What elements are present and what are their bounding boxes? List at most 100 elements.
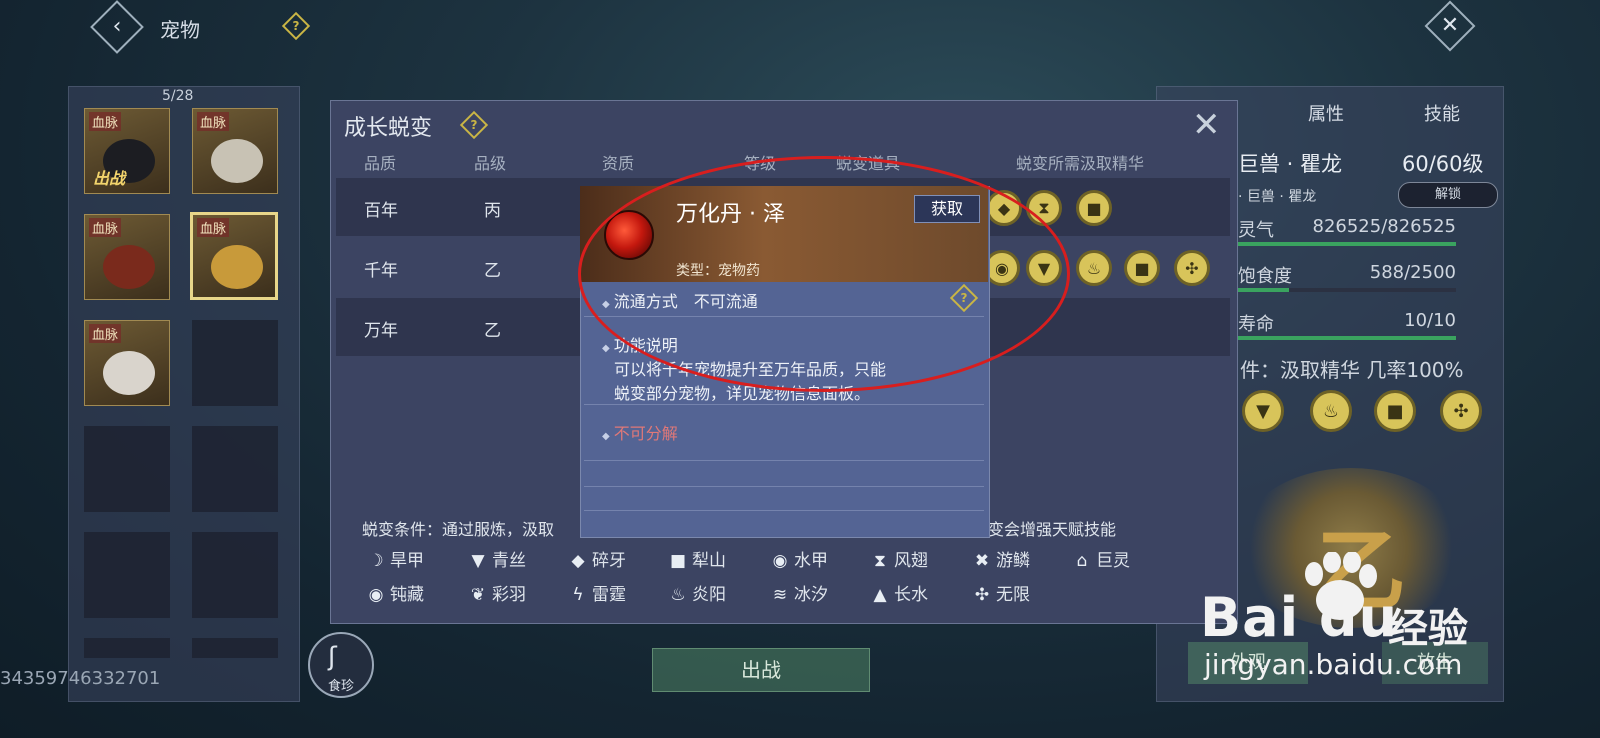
pet-portrait: [211, 245, 263, 289]
crescent-icon: ☽: [368, 551, 384, 571]
stat-bar: [1238, 288, 1456, 292]
pet-id: 34359746332701: [0, 668, 161, 689]
column-header: 蜕变所需汲取精华: [1016, 154, 1145, 173]
pet-name: 巨兽 · 瞿龙: [1238, 152, 1343, 176]
page-title: 宠物: [160, 18, 200, 42]
divider: [584, 460, 984, 461]
legend-item: ❦ 彩羽: [468, 580, 526, 605]
stat-value: 826525/826525: [1312, 216, 1457, 237]
divider: [584, 486, 984, 487]
annotation-ellipse: [578, 156, 1070, 392]
food-icon: ʃ: [328, 642, 337, 672]
close-icon[interactable]: ✕: [1192, 108, 1221, 142]
column-header: 品级: [474, 154, 507, 173]
legend-item: ✖ 游鳞: [972, 546, 1030, 571]
pet-level: 60/60级: [1402, 152, 1484, 176]
back-button[interactable]: ‹: [90, 0, 144, 54]
empty-pet-slot[interactable]: [192, 426, 278, 512]
legend-item: ▼ 青丝: [468, 546, 526, 571]
unlock-toggle[interactable]: 解锁: [1398, 182, 1498, 208]
legend-item: ◉ 水甲: [770, 546, 828, 571]
square-gem-icon: ■: [1374, 390, 1416, 432]
close-button[interactable]: ✕: [1424, 0, 1476, 52]
mountain-icon: ▲: [873, 585, 887, 605]
legend-item: ◆ 碎牙: [568, 546, 626, 571]
pet-subtitle: · 巨兽 · 瞿龙: [1238, 189, 1317, 205]
empty-pet-slot[interactable]: [84, 426, 170, 512]
empty-pet-slot[interactable]: [192, 320, 278, 406]
in-battle-tag: 出战: [93, 169, 126, 188]
pet-slot[interactable]: 血脉: [192, 108, 278, 194]
dialog-title: 成长蜕变: [344, 116, 433, 141]
triangle-gem-icon: ▼: [1242, 390, 1284, 432]
legend-item: ✣ 无限: [972, 580, 1030, 605]
legend-item: ■ 犁山: [669, 551, 726, 571]
pet-slot[interactable]: 血脉: [84, 320, 170, 406]
trefoil-icon: ✣: [974, 585, 990, 605]
evolve-condition-text: 蜕变条件：通过服炼，汲取: [362, 520, 555, 539]
evolve-condition-text-tail: 变会增强天赋技能: [988, 520, 1117, 539]
stat-bar: [1238, 242, 1456, 246]
diamond-icon: ◆: [571, 551, 585, 571]
pet-portrait: [211, 139, 263, 183]
empty-pet-slot[interactable]: [192, 638, 278, 658]
stat-bar: [1238, 336, 1456, 340]
flame-icon: ♨: [670, 585, 686, 605]
stat-value: 588/2500: [1369, 262, 1456, 283]
bloodline-tag: 血脉: [89, 218, 122, 237]
column-header: 资质: [602, 154, 635, 173]
pet-count: 5/28: [162, 88, 194, 104]
legend-item: ϟ 雷霆: [568, 580, 626, 605]
bloodline-tag: 血脉: [197, 218, 230, 237]
square-gem-icon: ■: [1124, 250, 1160, 286]
stat-value: 10/10: [1404, 310, 1456, 331]
square-gem-icon: ■: [1076, 190, 1112, 226]
tab-skills[interactable]: 技能: [1424, 100, 1460, 126]
legend-item: ♨ 炎阳: [668, 580, 726, 605]
food-label: 食珍: [327, 679, 354, 694]
trefoil-gem-icon: ✣: [1440, 390, 1482, 432]
bloodline-tag: 血脉: [197, 112, 230, 131]
watermark-jingyan: 经验: [1388, 606, 1468, 652]
bloodline-tag: 血脉: [89, 324, 122, 343]
legend-item: ≋ 冰汐: [770, 580, 828, 605]
watermark-url: jingyan.baidu.com: [1204, 648, 1463, 681]
empty-pet-slot[interactable]: [84, 532, 170, 618]
legend-item: ☽ 旱甲: [366, 546, 424, 571]
watermark-logo: Bai du: [1200, 586, 1399, 649]
chevron-left-icon: ‹: [112, 14, 122, 39]
no-decompose-note: ◆ 不可分解: [602, 424, 678, 443]
column-header: 品质: [364, 154, 397, 173]
pet-slot[interactable]: 血脉 出战: [84, 108, 170, 194]
feather-icon: ❦: [470, 585, 486, 605]
tab-attributes[interactable]: 属性: [1308, 100, 1344, 126]
legend-item: ◉ 钝藏: [366, 580, 424, 605]
flame-gem-icon: ♨: [1076, 250, 1112, 286]
flame-gem-icon: ♨: [1310, 390, 1352, 432]
food-button[interactable]: ʃ 食珍: [308, 632, 374, 698]
ring-icon: ◉: [772, 551, 788, 571]
divider: [584, 404, 984, 405]
square-icon: ■: [669, 551, 687, 571]
empty-pet-slot[interactable]: [192, 532, 278, 618]
bloodline-tag: 血脉: [89, 112, 122, 131]
roof-icon: ⌂: [1076, 551, 1088, 571]
pet-portrait: [103, 351, 155, 395]
legend-item: ⧗ 风翅: [870, 546, 928, 571]
help-icon[interactable]: ?: [281, 11, 311, 41]
trefoil-gem-icon: ✣: [1174, 250, 1210, 286]
battle-button[interactable]: 出战: [652, 648, 870, 692]
empty-pet-slot[interactable]: [84, 638, 170, 658]
lightning-icon: ϟ: [572, 585, 584, 605]
evolve-condition: 件：汲取精华 几率100%: [1240, 358, 1464, 382]
pet-slot-selected[interactable]: 血脉: [190, 212, 278, 300]
divider: [584, 510, 984, 511]
eye-icon: ◉: [368, 585, 384, 605]
pet-portrait: [103, 245, 155, 289]
close-icon: ✕: [1440, 13, 1460, 38]
pet-slot[interactable]: 血脉: [84, 214, 170, 300]
legend-item: ⌂ 巨灵: [1072, 546, 1130, 571]
triangle-icon: ▼: [471, 551, 485, 571]
legend-item: ▲ 长水: [870, 580, 928, 605]
wave-icon: ≋: [772, 585, 788, 605]
